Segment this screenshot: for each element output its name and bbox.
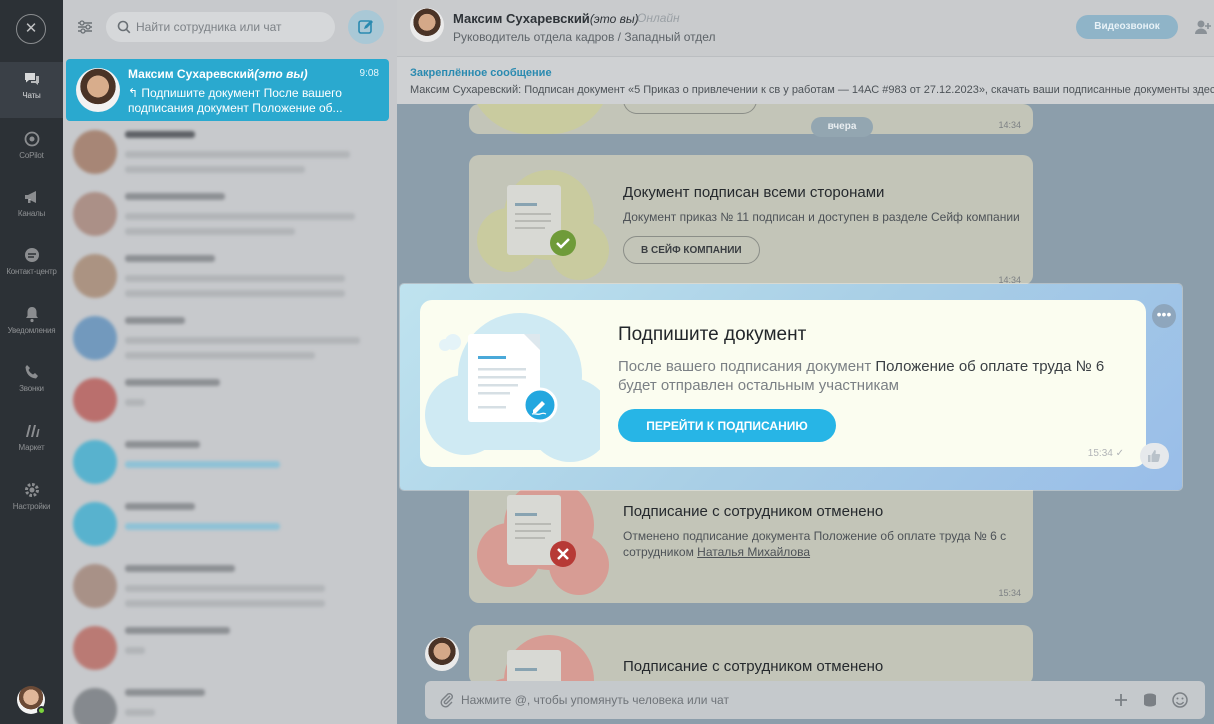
header-name[interactable]: Максим Сухаревский(это вы) — [453, 11, 639, 26]
chat-item[interactable] — [63, 493, 397, 555]
go-to-signing-button[interactable]: ПЕРЕЙТИ К ПОДПИСАНИЮ — [618, 409, 836, 442]
chat-list-toolbar — [63, 0, 397, 54]
search-icon — [117, 20, 131, 34]
rail-item-calls[interactable]: Звонки — [0, 355, 63, 411]
chat-item-active[interactable]: Максим Сухаревский(это вы) 9:08 ↰ Подпиш… — [66, 59, 389, 121]
message-card-cancelled-2: Подписание с сотрудником отменено — [469, 625, 1033, 685]
compose-icon — [358, 20, 373, 34]
message-time: 14:34 — [998, 120, 1021, 130]
chat-item[interactable] — [63, 679, 397, 724]
chat-name: Максим Сухаревский(это вы) — [128, 67, 308, 81]
video-call-button[interactable]: Видеозвонок — [1076, 15, 1178, 39]
database-icon[interactable] — [1141, 691, 1159, 709]
chat-item[interactable] — [63, 183, 397, 245]
message-text: Отменено подписание документа Положение … — [623, 529, 1007, 559]
avatar — [73, 378, 117, 422]
message-title: Подписание с сотрудником отменено — [623, 658, 884, 675]
message-title: Документ подписан всеми сторонами — [623, 184, 885, 201]
left-rail: ✕ Чаты CoPilot Каналы Контакт-центр Увед… — [0, 0, 63, 724]
chat-item[interactable] — [63, 121, 397, 183]
avatar — [73, 626, 117, 670]
message-title: Подпишите документ — [618, 324, 807, 345]
message-text: После вашего подписания документ Положен… — [618, 358, 1105, 394]
contact-center-icon — [24, 248, 39, 262]
message-time: 15:34 ✓ — [1087, 448, 1124, 459]
chat-icon — [24, 73, 39, 85]
avatar — [73, 254, 117, 298]
online-status: Онлайн — [637, 11, 680, 25]
avatar — [73, 192, 117, 236]
chat-item[interactable] — [63, 245, 397, 307]
bell-icon — [25, 307, 38, 323]
rail-item-contact-center[interactable]: Контакт-центр — [0, 238, 63, 294]
attach-icon[interactable] — [439, 692, 455, 708]
market-icon — [25, 425, 39, 437]
emoji-icon[interactable] — [1171, 691, 1189, 709]
avatar — [73, 440, 117, 484]
pinned-text: Максим Сухаревский: Подписан документ «5… — [410, 84, 1214, 96]
employee-link[interactable]: Наталья Михайлова — [697, 545, 810, 559]
avatar — [73, 316, 117, 360]
cloud-illustration — [469, 104, 611, 134]
pinned-message[interactable]: Закреплённое сообщение Максим Сухаревски… — [397, 56, 1214, 104]
chat-list-panel: Максим Сухаревский(это вы) 9:08 ↰ Подпиш… — [63, 0, 397, 724]
avatar[interactable] — [425, 637, 459, 671]
phone-icon — [25, 365, 38, 379]
pinned-title: Закреплённое сообщение — [410, 67, 552, 79]
message-title: Подписание с сотрудником отменено — [623, 503, 884, 520]
rail-item-copilot[interactable]: CoPilot — [0, 122, 63, 178]
chat-header: Максим Сухаревский(это вы) Онлайн Руково… — [397, 0, 1214, 56]
message-text: Документ приказ № 11 подписан и доступен… — [623, 210, 1020, 224]
search-box — [106, 12, 335, 42]
new-chat-button[interactable] — [348, 10, 384, 44]
message-card-signed: Документ подписан всеми сторонами Докуме… — [469, 155, 1033, 285]
online-status-dot — [37, 706, 46, 715]
add-user-icon[interactable] — [1194, 18, 1212, 36]
chat-item[interactable] — [63, 431, 397, 493]
company-safe-button[interactable]: В СЕЙФ КОМПАНИИ — [623, 236, 760, 264]
gear-icon — [24, 483, 39, 497]
header-subtitle: Руководитель отдела кадров / Западный от… — [453, 30, 716, 44]
close-icon[interactable]: ✕ — [16, 14, 46, 44]
avatar — [73, 564, 117, 608]
chat-item[interactable] — [63, 307, 397, 369]
message-input[interactable] — [461, 681, 1061, 719]
chat-item[interactable] — [63, 617, 397, 679]
document-cancelled-illustration — [489, 635, 594, 685]
copilot-icon — [24, 131, 39, 147]
chat-item[interactable] — [63, 555, 397, 617]
megaphone-icon — [24, 191, 36, 203]
filter-icon[interactable] — [77, 19, 93, 35]
rail-item-notifications[interactable]: Уведомления — [0, 297, 63, 353]
like-button[interactable] — [1140, 443, 1169, 469]
plus-icon[interactable] — [1112, 691, 1130, 709]
avatar — [76, 68, 120, 112]
avatar[interactable] — [410, 8, 444, 42]
message-time: 15:34 — [998, 588, 1021, 598]
avatar — [73, 130, 117, 174]
day-separator: вчера — [811, 117, 873, 137]
document-signed-illustration — [477, 170, 609, 280]
highlighted-message: Подпишите документ После вашего подписан… — [400, 284, 1182, 490]
avatar — [73, 502, 117, 546]
thumbs-up-icon — [1148, 450, 1161, 462]
sign-document-illustration — [425, 313, 600, 462]
rail-item-chats[interactable]: Чаты — [0, 62, 63, 118]
avatar[interactable] — [17, 686, 46, 715]
sign-document-card: Подпишите документ После вашего подписан… — [420, 300, 1146, 467]
more-options-icon[interactable]: ••• — [1152, 304, 1176, 328]
avatar — [73, 688, 117, 724]
chat-item[interactable] — [63, 369, 397, 431]
chat-time: 9:08 — [359, 68, 379, 79]
message-composer — [425, 681, 1205, 719]
message-card: 14:34 — [469, 104, 1033, 134]
rail-item-settings[interactable]: Настройки — [0, 473, 63, 529]
rail-item-market[interactable]: Маркет — [0, 414, 63, 470]
chat-preview: ↰ Подпишите документ После вашего подпис… — [128, 86, 343, 115]
search-input[interactable] — [136, 12, 326, 42]
rail-item-channels[interactable]: Каналы — [0, 180, 63, 236]
